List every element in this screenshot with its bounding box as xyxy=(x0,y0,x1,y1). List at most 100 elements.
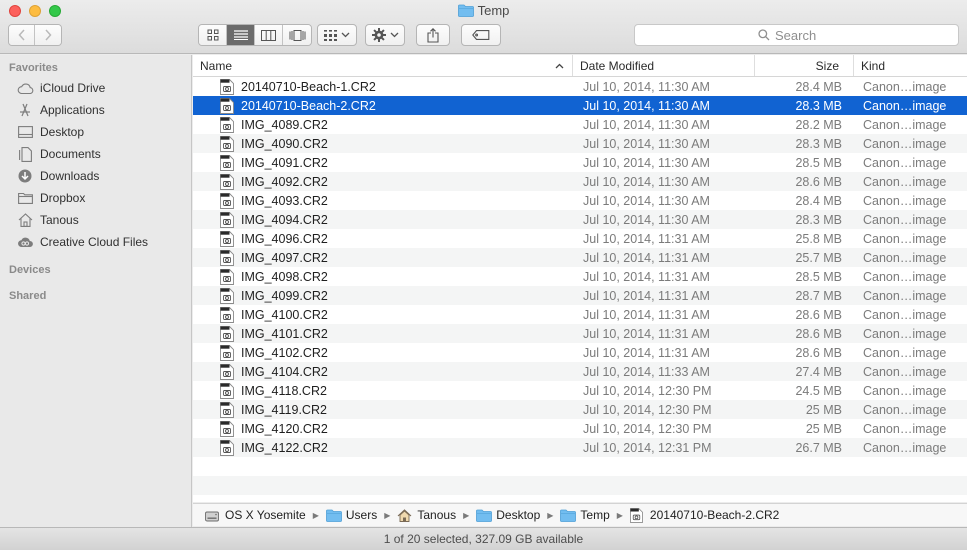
table-row[interactable]: 20140710-Beach-1.CR2 Jul 10, 2014, 11:30 … xyxy=(193,77,967,96)
table-row[interactable]: IMG_4119.CR2 Jul 10, 2014, 12:30 PM 25 MB C… xyxy=(193,400,967,419)
path-crumb[interactable]: Users xyxy=(325,508,377,522)
raw-image-file-icon xyxy=(220,306,234,323)
sidebar-item-label: Desktop xyxy=(40,125,85,139)
raw-image-file-icon xyxy=(220,363,234,380)
icon-view-button[interactable] xyxy=(199,25,227,45)
sidebar-item-documents[interactable]: Documents xyxy=(16,144,101,164)
sidebar-item-label: Tanous xyxy=(40,213,79,227)
path-crumb-label: Tanous xyxy=(417,508,457,522)
path-separator-icon: ▶ xyxy=(616,510,623,520)
share-button[interactable] xyxy=(416,24,450,46)
window-title: Temp xyxy=(0,3,967,18)
file-name: IMG_4093.CR2 xyxy=(241,193,328,208)
path-separator-icon: ▶ xyxy=(463,510,470,520)
toolbar: Temp xyxy=(0,0,967,54)
empty-row xyxy=(193,457,967,476)
column-header-date[interactable]: Date Modified xyxy=(573,55,755,76)
path-crumb-label: OS X Yosemite xyxy=(225,508,306,522)
column-header-name[interactable]: Name xyxy=(193,55,573,76)
table-row[interactable]: IMG_4104.CR2 Jul 10, 2014, 11:33 AM 27.4 M… xyxy=(193,362,967,381)
coverflow-view-button[interactable] xyxy=(283,25,311,45)
raw-image-file-icon xyxy=(220,230,234,247)
path-crumb[interactable]: 20140710-Beach-2.CR2 xyxy=(629,507,779,523)
table-row[interactable]: IMG_4091.CR2 Jul 10, 2014, 11:30 AM 28.5 M… xyxy=(193,153,967,172)
tags-button[interactable] xyxy=(461,24,501,46)
table-row[interactable]: IMG_4099.CR2 Jul 10, 2014, 11:31 AM 28.7 M… xyxy=(193,286,967,305)
size-cell: 28.5 MB xyxy=(795,155,842,170)
table-row[interactable]: IMG_4090.CR2 Jul 10, 2014, 11:30 AM 28.3 M… xyxy=(193,134,967,153)
sidebar-item-label: Creative Cloud Files xyxy=(40,235,149,249)
table-row[interactable]: IMG_4118.CR2 Jul 10, 2014, 12:30 PM 24.5 M… xyxy=(193,381,967,400)
column-header-label: Kind xyxy=(861,58,886,73)
table-row[interactable]: IMG_4097.CR2 Jul 10, 2014, 11:31 AM 25.7 M… xyxy=(193,248,967,267)
kind-cell: Canon…image xyxy=(863,307,947,322)
sort-ascending-icon xyxy=(555,63,564,68)
table-row[interactable]: IMG_4092.CR2 Jul 10, 2014, 11:30 AM 28.6 M… xyxy=(193,172,967,191)
column-header-size[interactable]: Size xyxy=(755,55,854,76)
sidebar-item-applications[interactable]: Applications xyxy=(16,100,105,120)
table-row[interactable]: IMG_4101.CR2 Jul 10, 2014, 11:31 AM 28.6 M… xyxy=(193,324,967,343)
view-mode-control xyxy=(198,24,312,46)
table-row[interactable]: 20140710-Beach-2.CR2 Jul 10, 2014, 11:30 … xyxy=(193,96,967,115)
table-row[interactable]: IMG_4098.CR2 Jul 10, 2014, 11:31 AM 28.5 M… xyxy=(193,267,967,286)
table-row[interactable]: IMG_4089.CR2 Jul 10, 2014, 11:30 AM 28.2 M… xyxy=(193,115,967,134)
date-modified-cell: Jul 10, 2014, 11:30 AM xyxy=(583,193,710,208)
path-crumb[interactable]: Desktop xyxy=(476,508,540,522)
kind-cell: Canon…image xyxy=(863,117,947,132)
column-header-label: Size xyxy=(815,58,839,73)
table-row[interactable]: IMG_4102.CR2 Jul 10, 2014, 11:31 AM 28.6 M… xyxy=(193,343,967,362)
raw-image-file-icon xyxy=(220,192,234,209)
forward-button[interactable] xyxy=(35,25,61,45)
size-cell: 28.5 MB xyxy=(795,269,842,284)
search-input[interactable] xyxy=(775,27,835,43)
search-icon xyxy=(758,29,770,41)
file-name: IMG_4102.CR2 xyxy=(241,345,328,360)
file-name-cell: IMG_4092.CR2 xyxy=(193,173,573,190)
kind-cell: Canon…image xyxy=(863,402,947,417)
sidebar-item-tanous[interactable]: Tanous xyxy=(16,210,79,230)
grid-icon xyxy=(207,29,218,41)
file-name-cell: IMG_4096.CR2 xyxy=(193,230,573,247)
sidebar-item-downloads[interactable]: Downloads xyxy=(16,166,99,186)
date-modified-cell: Jul 10, 2014, 12:31 PM xyxy=(583,440,712,455)
action-button[interactable] xyxy=(365,24,405,46)
empty-row xyxy=(193,476,967,495)
table-row[interactable]: IMG_4120.CR2 Jul 10, 2014, 12:30 PM 25 MB C… xyxy=(193,419,967,438)
file-rows: 20140710-Beach-1.CR2 Jul 10, 2014, 11:30 … xyxy=(193,77,967,502)
table-row[interactable]: IMG_4096.CR2 Jul 10, 2014, 11:31 AM 25.8 M… xyxy=(193,229,967,248)
kind-cell: Canon…image xyxy=(863,345,947,360)
size-cell: 28.3 MB xyxy=(795,212,842,227)
chevron-right-icon xyxy=(45,29,52,41)
sidebar-section-devices[interactable]: Devices xyxy=(9,264,51,276)
raw-image-file-icon xyxy=(220,249,234,266)
column-view-button[interactable] xyxy=(255,25,283,45)
sidebar-item-creative-cloud-files[interactable]: Creative Cloud Files xyxy=(16,232,148,252)
file-name: IMG_4098.CR2 xyxy=(241,269,328,284)
column-header-kind[interactable]: Kind xyxy=(854,55,967,76)
path-crumb[interactable]: OS X Yosemite xyxy=(205,508,306,522)
search-field[interactable] xyxy=(634,24,959,46)
table-row[interactable]: IMG_4093.CR2 Jul 10, 2014, 11:30 AM 28.4 M… xyxy=(193,191,967,210)
path-separator-icon: ▶ xyxy=(547,510,554,520)
table-row[interactable]: IMG_4100.CR2 Jul 10, 2014, 11:31 AM 28.6 M… xyxy=(193,305,967,324)
back-button[interactable] xyxy=(9,25,35,45)
column-header: Name Date Modified Size Kind xyxy=(193,55,967,77)
path-crumb[interactable]: Temp xyxy=(560,508,610,522)
file-name-cell: IMG_4094.CR2 xyxy=(193,211,573,228)
kind-cell: Canon…image xyxy=(863,79,947,94)
path-crumb[interactable]: Tanous xyxy=(397,508,456,522)
sidebar-item-desktop[interactable]: Desktop xyxy=(16,122,84,142)
table-row[interactable]: IMG_4122.CR2 Jul 10, 2014, 12:31 PM 26.7 M… xyxy=(193,438,967,457)
arrange-button[interactable] xyxy=(317,24,357,46)
columns-icon xyxy=(261,29,276,41)
file-name: IMG_4089.CR2 xyxy=(241,117,328,132)
sidebar-section-shared[interactable]: Shared xyxy=(9,290,46,302)
list-view-button[interactable] xyxy=(227,25,255,45)
sidebar-item-icloud-drive[interactable]: iCloud Drive xyxy=(16,78,105,98)
raw-image-file-icon xyxy=(220,154,234,171)
table-row[interactable]: IMG_4094.CR2 Jul 10, 2014, 11:30 AM 28.3 M… xyxy=(193,210,967,229)
file-name-cell: 20140710-Beach-1.CR2 xyxy=(193,78,573,95)
folder-icon xyxy=(560,508,577,522)
sidebar-item-dropbox[interactable]: Dropbox xyxy=(16,188,85,208)
file-name-cell: IMG_4122.CR2 xyxy=(193,439,573,456)
